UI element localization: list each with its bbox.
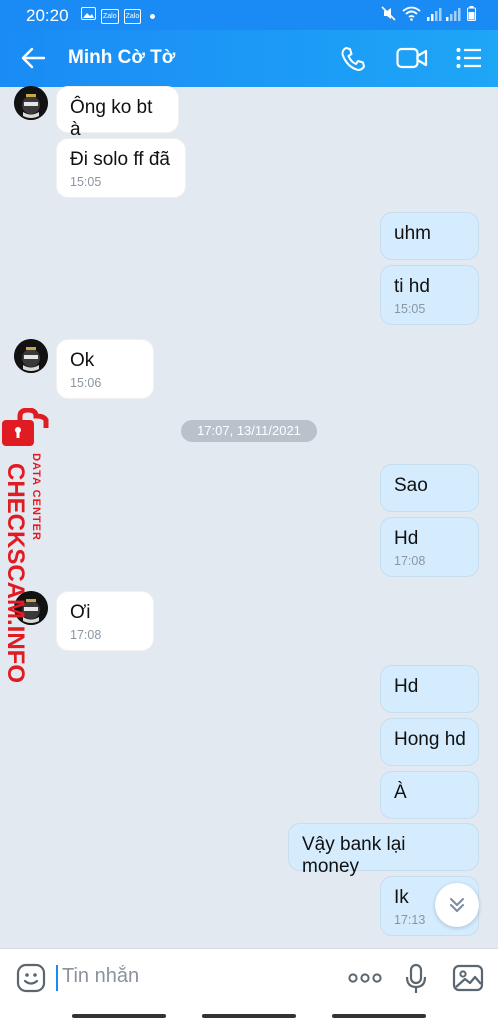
nav-recent-button[interactable] <box>72 1014 166 1018</box>
message-bubble[interactable]: Ơi 17:08 <box>56 591 154 651</box>
message-text: Ok <box>70 350 95 371</box>
message-text: Đi solo ff đã <box>70 149 170 170</box>
status-time: 20:20 <box>26 6 69 25</box>
watermark-subtext: DATA CENTER <box>30 453 42 541</box>
zalo-notification-icon-2: Zalo <box>123 8 142 24</box>
message-bubble[interactable]: Vậy bank lại money <box>288 823 479 877</box>
gallery-notification-icon <box>81 7 96 25</box>
message-time: 17:08 <box>70 628 102 642</box>
chat-header: Minh Cờ Tờ <box>0 30 498 87</box>
menu-list-icon[interactable] <box>456 47 482 74</box>
message-text: Ik <box>394 887 409 908</box>
message-text: Ơi <box>70 602 91 623</box>
date-separator: 17:07, 13/11/2021 <box>181 420 317 442</box>
message-text: Hd <box>394 676 419 697</box>
zalo-notification-icon: Zalo <box>101 8 119 24</box>
message-text: Hd <box>394 528 419 549</box>
mute-icon <box>381 6 396 26</box>
message-bubble[interactable]: ti hd 15:05 <box>380 265 479 325</box>
sticker-emoji-icon[interactable] <box>16 963 46 998</box>
message-text: Vậy bank lại money <box>302 834 406 877</box>
notification-icons: Zalo Zalo <box>81 7 156 25</box>
message-bubble[interactable]: Đi solo ff đã 15:05 <box>56 138 186 198</box>
battery-icon <box>467 6 476 26</box>
phone-call-icon[interactable] <box>339 45 367 78</box>
contact-name[interactable]: Minh Cờ Tờ <box>68 47 175 69</box>
double-chevron-down-icon <box>450 898 464 912</box>
video-call-icon[interactable] <box>396 46 428 75</box>
message-time: 17:08 <box>394 554 426 568</box>
message-text: À <box>394 782 407 803</box>
microphone-icon[interactable] <box>404 963 428 1000</box>
padlock-watermark-icon <box>0 407 54 453</box>
message-bubble[interactable]: Hong hd <box>380 718 479 766</box>
nav-home-button[interactable] <box>202 1014 296 1018</box>
message-time: 15:05 <box>70 175 102 189</box>
watermark-text: CHECKSCAM.INFO <box>2 463 29 683</box>
text-cursor <box>56 965 58 991</box>
back-arrow-icon[interactable] <box>20 46 46 75</box>
more-options-icon[interactable] <box>348 965 382 996</box>
message-text: ti hd <box>394 276 430 297</box>
image-gallery-icon[interactable] <box>452 964 484 997</box>
contact-avatar[interactable] <box>14 339 48 373</box>
wifi-icon <box>402 6 421 26</box>
message-bubble[interactable]: uhm <box>380 212 479 260</box>
contact-avatar[interactable] <box>14 86 48 120</box>
more-notifications-dot <box>150 13 156 19</box>
message-bubble[interactable]: Hd <box>380 665 479 713</box>
message-bubble[interactable]: Ông ko bt à <box>56 86 179 140</box>
message-input[interactable] <box>60 964 324 989</box>
message-text: uhm <box>394 223 431 244</box>
message-time: 15:06 <box>70 376 102 390</box>
status-bar: 20:20 Zalo Zalo <box>0 0 498 30</box>
message-text: Hong hd <box>394 729 466 750</box>
message-text: Sao <box>394 475 428 496</box>
message-bubble[interactable]: Ok 15:06 <box>56 339 154 399</box>
system-nav-bar <box>0 1008 498 1024</box>
scroll-to-bottom-button[interactable] <box>435 883 479 927</box>
message-input-bar <box>0 948 498 1009</box>
message-text: Ông ko bt à <box>70 97 153 140</box>
signal-icon <box>427 7 461 26</box>
nav-back-button[interactable] <box>332 1014 426 1018</box>
message-bubble[interactable]: Sao <box>380 464 479 512</box>
system-icons <box>381 6 476 26</box>
message-bubble[interactable]: À <box>380 771 479 819</box>
message-time: 15:05 <box>394 302 426 316</box>
message-bubble[interactable]: Hd 17:08 <box>380 517 479 577</box>
